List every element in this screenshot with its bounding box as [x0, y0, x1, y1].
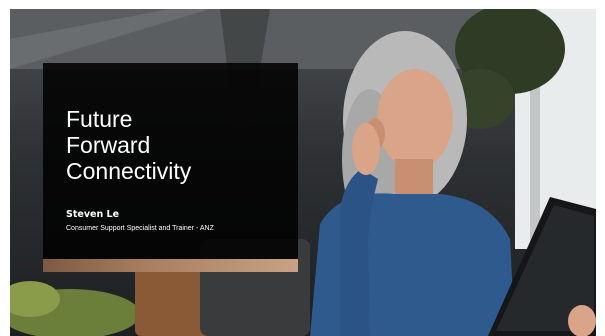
title-panel: Future Forward Connectivity Steven Le Co… — [43, 63, 298, 259]
slide-frame: Future Forward Connectivity Steven Le Co… — [0, 0, 605, 336]
presenter-name: Steven Le — [66, 209, 120, 220]
slide-title: Future Forward Connectivity — [66, 106, 192, 184]
slide-canvas: Future Forward Connectivity Steven Le Co… — [10, 9, 596, 336]
presenter-role: Consumer Support Specialist and Trainer … — [66, 225, 214, 232]
accent-bar — [43, 259, 298, 272]
